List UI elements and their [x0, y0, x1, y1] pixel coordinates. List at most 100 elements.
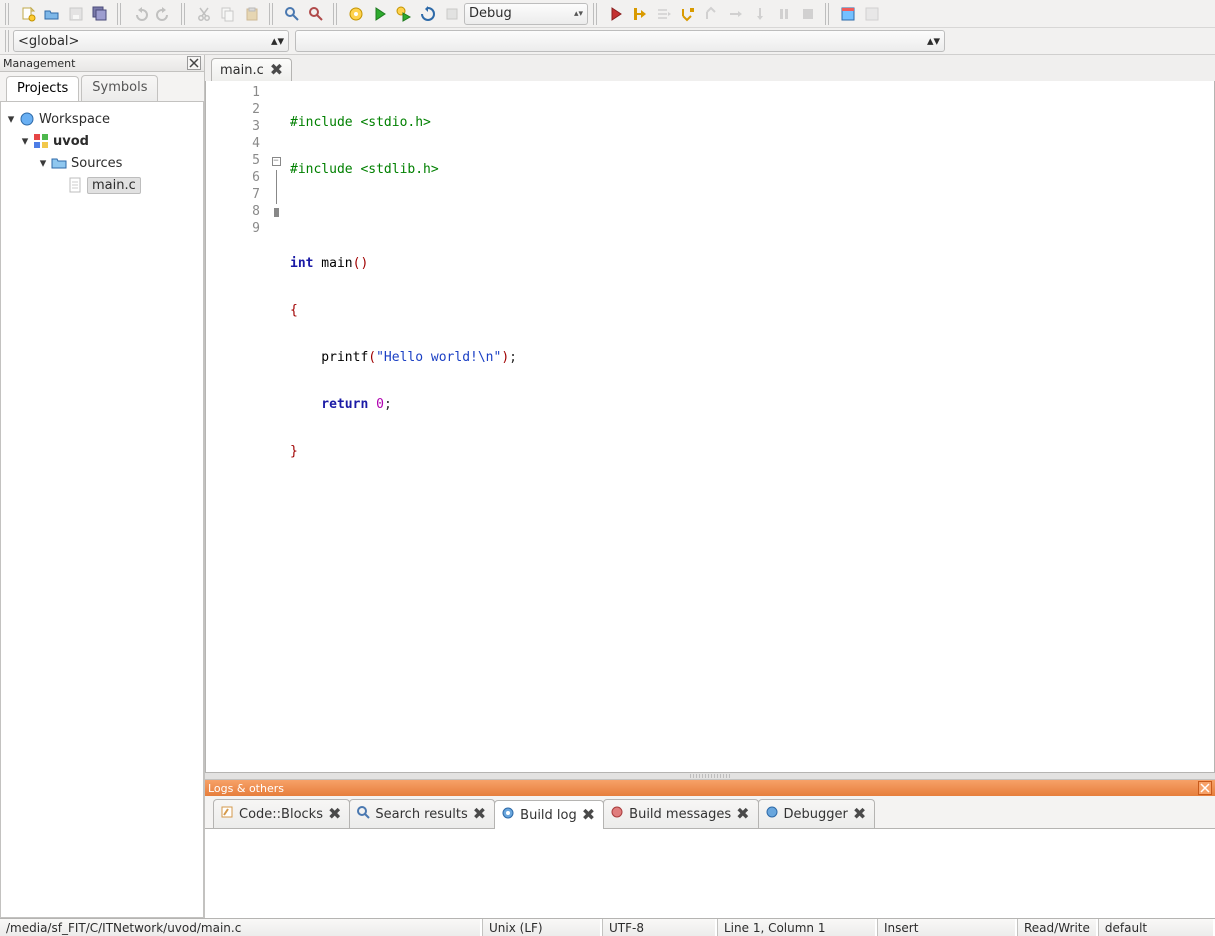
save-button[interactable]	[64, 3, 88, 25]
main-area: Management Projects Symbols ▾ Workspace …	[0, 54, 1215, 918]
spinner-icon: ▴▾	[271, 34, 284, 49]
status-bar: /media/sf_FIT/C/ITNetwork/uvod/main.c Un…	[0, 918, 1215, 936]
tree-label: Workspace	[39, 112, 110, 127]
logs-title-label: Logs & others	[208, 782, 284, 795]
tab-projects[interactable]: Projects	[6, 76, 79, 101]
redo-button[interactable]	[152, 3, 176, 25]
tree-label: uvod	[53, 134, 89, 149]
expand-icon[interactable]: ▾	[5, 112, 17, 127]
toolbar-grip[interactable]	[181, 3, 187, 25]
close-icon[interactable]: ✖	[582, 807, 595, 823]
close-icon[interactable]: ✖	[328, 806, 341, 822]
break-button[interactable]	[772, 3, 796, 25]
code-content[interactable]: #include <stdio.h> #include <stdlib.h> i…	[286, 81, 1214, 772]
line-number: 3	[206, 119, 260, 136]
expand-icon[interactable]: ▾	[19, 134, 31, 149]
tree-project[interactable]: ▾ uvod	[5, 130, 199, 152]
toolbar-grip[interactable]	[593, 3, 599, 25]
status-profile[interactable]: default	[1098, 919, 1215, 936]
new-file-button[interactable]	[16, 3, 40, 25]
gear-icon	[501, 806, 515, 824]
tab-symbols[interactable]: Symbols	[81, 75, 158, 101]
fold-column[interactable]: −	[266, 81, 286, 772]
logs-body[interactable]	[205, 828, 1215, 918]
toolbar-grip[interactable]	[5, 3, 11, 25]
management-header: Management	[0, 55, 204, 72]
tab-codeblocks[interactable]: Code::Blocks ✖	[213, 799, 350, 828]
stop-button[interactable]	[796, 3, 820, 25]
management-title: Management	[3, 57, 75, 70]
status-encoding[interactable]: UTF-8	[602, 919, 717, 936]
next-instruction-button[interactable]	[724, 3, 748, 25]
various-info-button[interactable]	[860, 3, 884, 25]
project-icon	[33, 133, 49, 149]
build-button[interactable]	[344, 3, 368, 25]
tree-file[interactable]: main.c	[5, 174, 199, 196]
toolbar-grip[interactable]	[825, 3, 831, 25]
toolbar-grip[interactable]	[5, 30, 11, 52]
tree-label: main.c	[87, 177, 141, 194]
scope-selector[interactable]: <global> ▴▾	[13, 30, 289, 52]
line-number: 2	[206, 102, 260, 119]
toolbar-grip[interactable]	[117, 3, 123, 25]
tab-label: Build messages	[629, 807, 731, 822]
expand-icon[interactable]: ▾	[37, 156, 49, 171]
step-into-button[interactable]	[676, 3, 700, 25]
editor-column: main.c ✖ 123456789 − #include <stdio.h> …	[205, 55, 1215, 918]
cut-button[interactable]	[192, 3, 216, 25]
debug-start-button[interactable]	[604, 3, 628, 25]
abort-button[interactable]	[440, 3, 464, 25]
find-button[interactable]	[280, 3, 304, 25]
code-editor[interactable]: 123456789 − #include <stdio.h> #include …	[205, 81, 1215, 773]
close-icon[interactable]: ✖	[270, 62, 283, 78]
toolbar-grip[interactable]	[333, 3, 339, 25]
line-number: 1	[206, 85, 260, 102]
build-and-run-button[interactable]	[392, 3, 416, 25]
next-line-button[interactable]	[652, 3, 676, 25]
paste-button[interactable]	[240, 3, 264, 25]
close-icon[interactable]: ✖	[473, 806, 486, 822]
close-icon[interactable]: ✖	[853, 806, 866, 822]
editor-tabs: main.c ✖	[205, 55, 1215, 81]
tree-sources[interactable]: ▾ Sources	[5, 152, 199, 174]
toolbar-grip[interactable]	[269, 3, 275, 25]
scope-toolbar: <global> ▴▾ ▴▾	[0, 27, 1215, 54]
status-readwrite: Read/Write	[1017, 919, 1098, 936]
debugging-windows-button[interactable]	[836, 3, 860, 25]
step-out-button[interactable]	[700, 3, 724, 25]
replace-button[interactable]	[304, 3, 328, 25]
build-target-label: Debug	[469, 6, 512, 21]
close-icon[interactable]: ✖	[736, 806, 749, 822]
tab-build-log[interactable]: Build log ✖	[494, 800, 604, 829]
main-toolbar: Debug ▴▾	[0, 0, 1215, 27]
save-all-button[interactable]	[88, 3, 112, 25]
tab-build-messages[interactable]: Build messages ✖	[603, 799, 758, 828]
close-icon[interactable]	[1198, 781, 1212, 795]
status-position: Line 1, Column 1	[717, 919, 877, 936]
status-line-ending[interactable]: Unix (LF)	[482, 919, 602, 936]
run-to-cursor-button[interactable]	[628, 3, 652, 25]
tab-label: Build log	[520, 808, 577, 823]
logs-tabs: Code::Blocks ✖ Search results ✖ Build lo…	[205, 796, 1215, 828]
file-icon	[67, 177, 83, 193]
undo-button[interactable]	[128, 3, 152, 25]
line-number: 5	[206, 153, 260, 170]
editor-tab[interactable]: main.c ✖	[211, 58, 292, 81]
run-button[interactable]	[368, 3, 392, 25]
status-insert-mode[interactable]: Insert	[877, 919, 1017, 936]
project-tree: ▾ Workspace ▾ uvod ▾	[0, 101, 204, 918]
line-number: 4	[206, 136, 260, 153]
copy-button[interactable]	[216, 3, 240, 25]
codeblocks-icon	[220, 805, 234, 823]
tab-debugger[interactable]: Debugger ✖	[758, 799, 876, 828]
build-target-selector[interactable]: Debug ▴▾	[464, 3, 588, 25]
fold-toggle-icon[interactable]: −	[272, 157, 281, 166]
rebuild-button[interactable]	[416, 3, 440, 25]
close-icon[interactable]	[187, 56, 201, 70]
spinner-icon: ▴▾	[927, 34, 940, 49]
open-file-button[interactable]	[40, 3, 64, 25]
step-into-instruction-button[interactable]	[748, 3, 772, 25]
tab-search-results[interactable]: Search results ✖	[349, 799, 495, 828]
function-selector[interactable]: ▴▾	[295, 30, 945, 52]
tree-workspace[interactable]: ▾ Workspace	[5, 108, 199, 130]
